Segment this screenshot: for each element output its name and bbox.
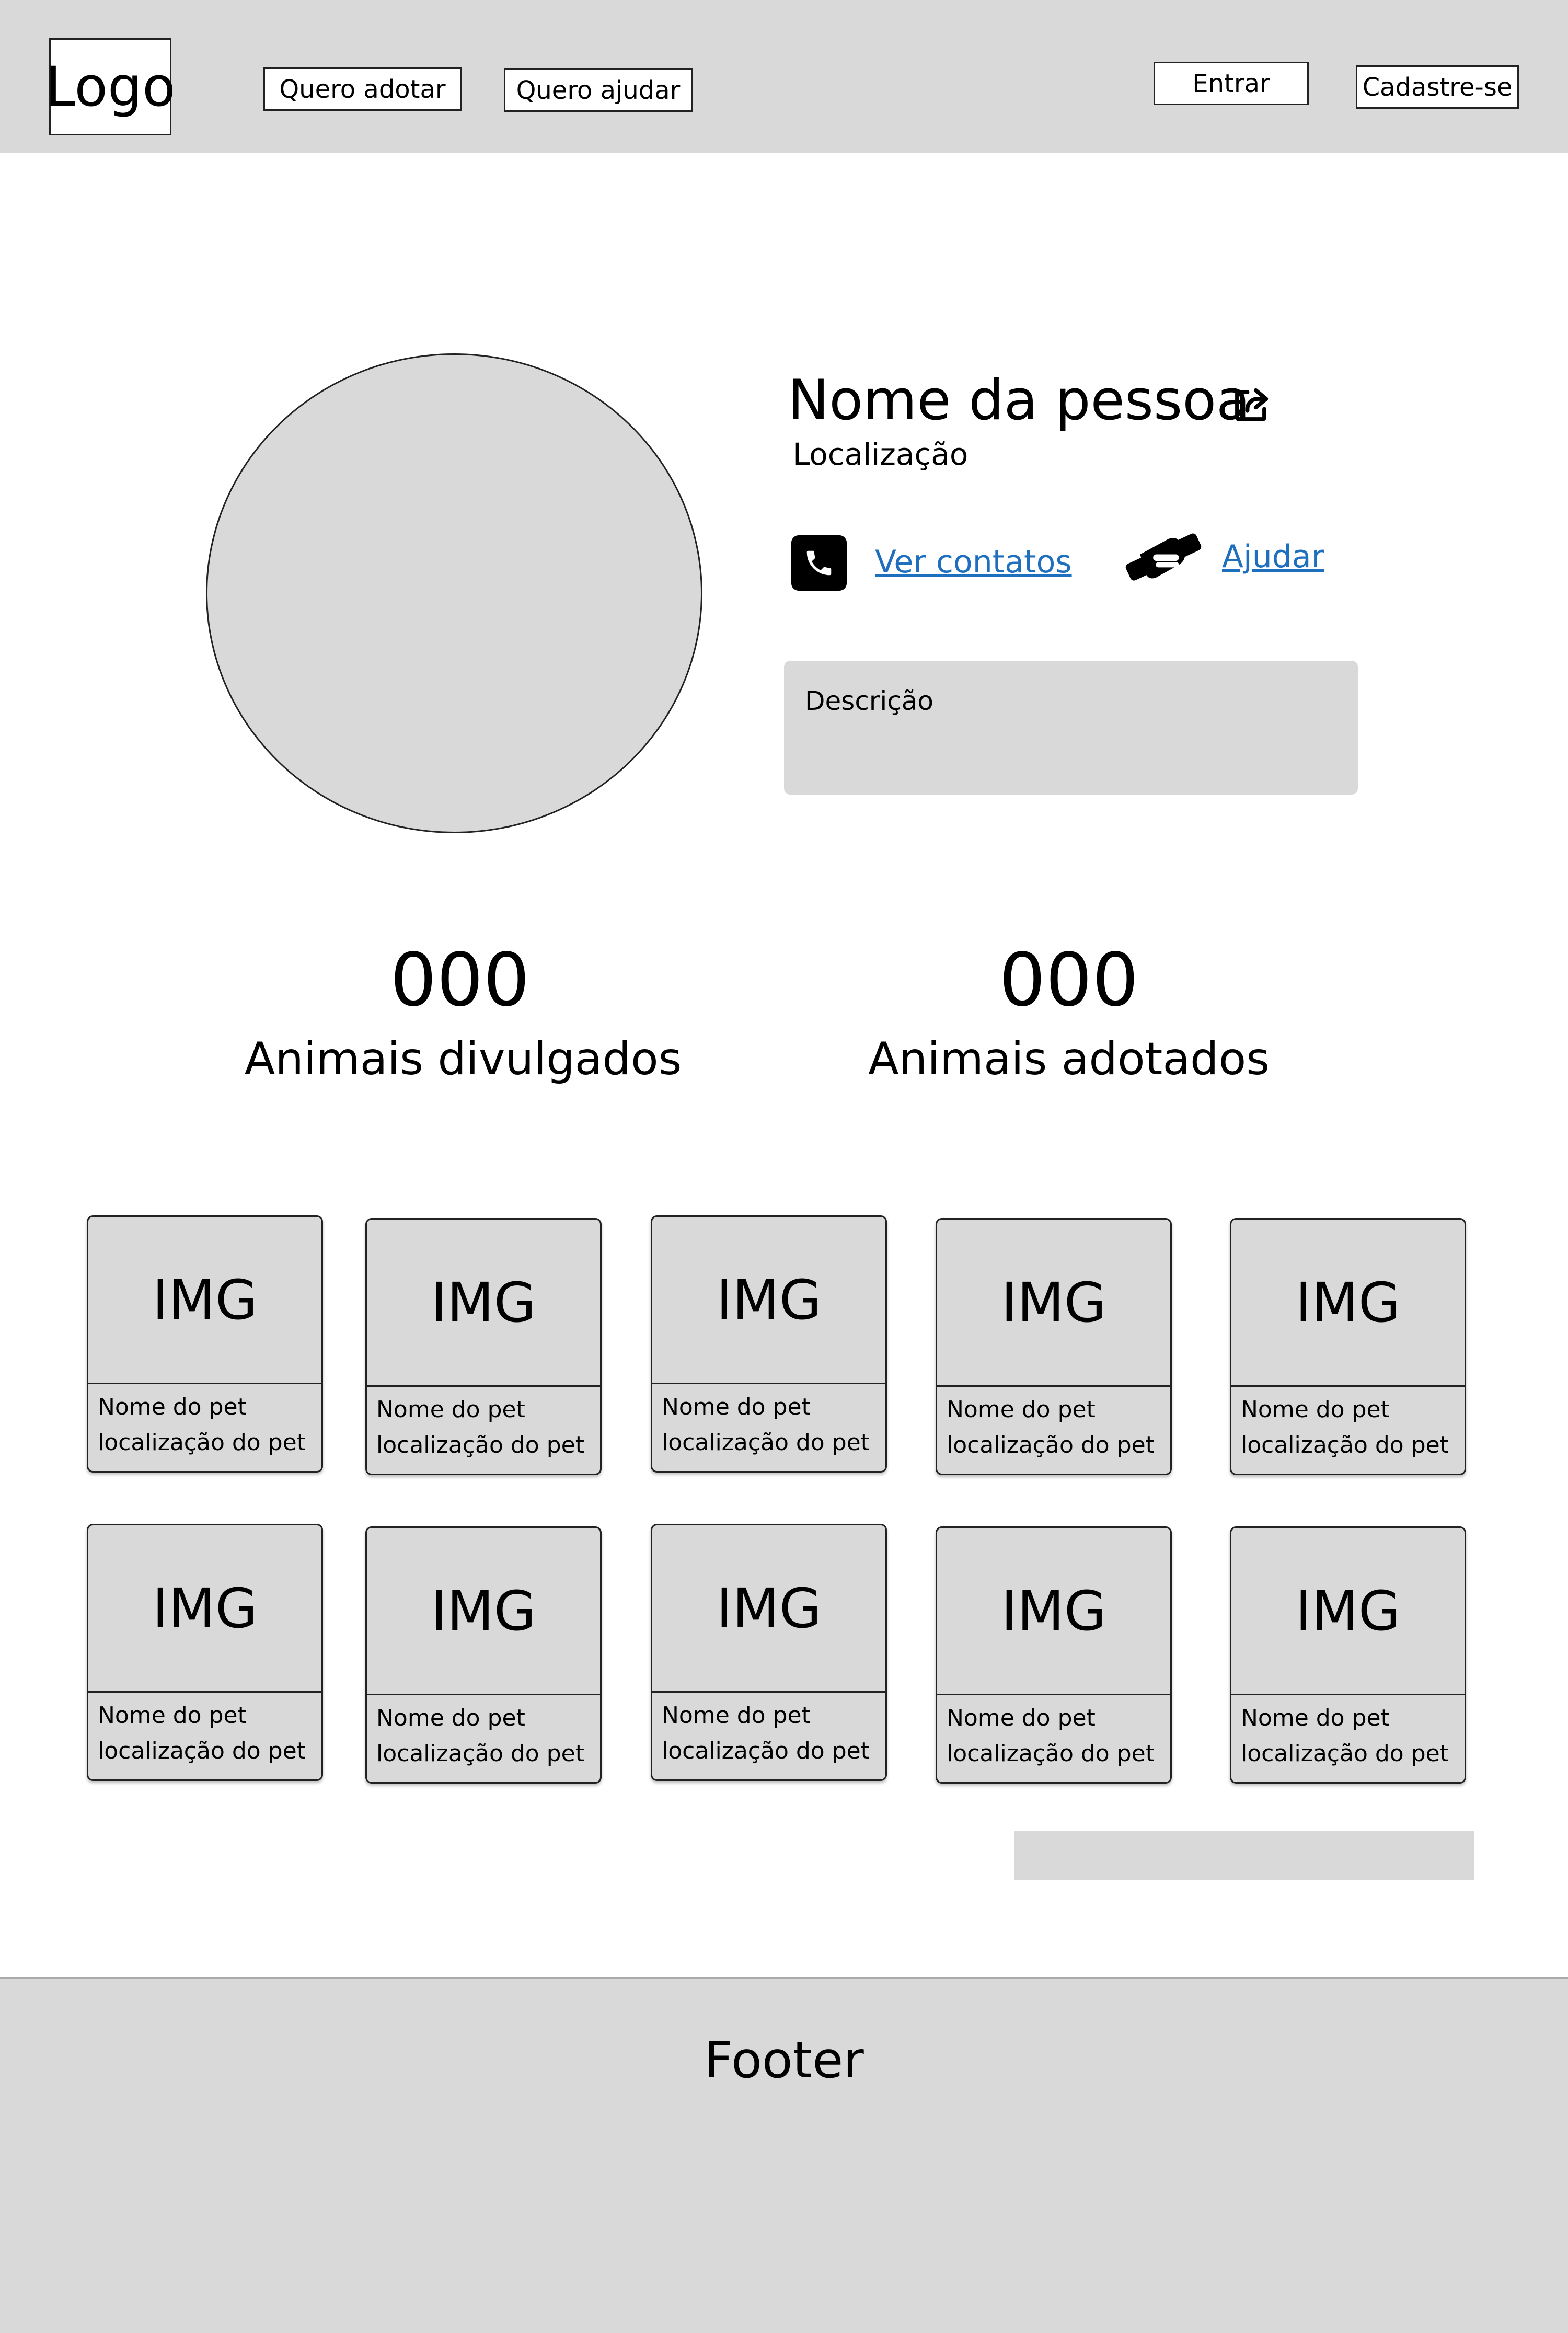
- pet-image: IMG: [367, 1220, 600, 1387]
- nav-quero-adotar-button[interactable]: Quero adotar: [263, 67, 462, 111]
- pet-location: localização do pet: [1241, 1740, 1449, 1767]
- pet-location: localização do pet: [376, 1432, 584, 1458]
- pet-image: IMG: [652, 1525, 885, 1693]
- login-button[interactable]: Entrar: [1154, 62, 1309, 105]
- pet-image: IMG: [937, 1220, 1170, 1387]
- pet-image: IMG: [1231, 1528, 1465, 1695]
- pet-card[interactable]: IMG Nome do pet localização do pet: [365, 1526, 602, 1784]
- pet-location: localização do pet: [947, 1432, 1155, 1458]
- stat-published-label: Animais divulgados: [244, 1033, 682, 1085]
- pet-card[interactable]: IMG Nome do pet localização do pet: [1230, 1526, 1466, 1784]
- pet-card[interactable]: IMG Nome do pet localização do pet: [87, 1215, 323, 1473]
- pet-card[interactable]: IMG Nome do pet localização do pet: [651, 1215, 887, 1473]
- pet-location: localização do pet: [947, 1740, 1155, 1767]
- pet-name: Nome do pet: [98, 1394, 247, 1420]
- pet-name: Nome do pet: [1241, 1705, 1390, 1731]
- pet-location: localização do pet: [98, 1738, 306, 1764]
- description-box: Descrição: [784, 661, 1358, 795]
- pet-name: Nome do pet: [98, 1702, 247, 1729]
- pet-card[interactable]: IMG Nome do pet localização do pet: [936, 1526, 1172, 1784]
- pet-location: localização do pet: [98, 1429, 306, 1456]
- view-contacts-link[interactable]: Ver contatos: [875, 544, 1072, 580]
- pet-name: Nome do pet: [662, 1394, 811, 1420]
- pet-image: IMG: [367, 1528, 600, 1695]
- pet-image: IMG: [652, 1217, 885, 1384]
- person-name: Nome da pessoa: [788, 368, 1251, 432]
- footer: Footer: [0, 1977, 1568, 2333]
- pet-location: localização do pet: [1241, 1432, 1449, 1458]
- stat-published-count: 000: [390, 938, 530, 1023]
- pet-name: Nome do pet: [376, 1705, 525, 1731]
- avatar: [206, 353, 702, 833]
- pagination-bar[interactable]: [1014, 1831, 1474, 1880]
- pet-name: Nome do pet: [662, 1702, 811, 1729]
- share-icon[interactable]: [1230, 385, 1271, 426]
- footer-label: Footer: [704, 2031, 864, 2089]
- pet-card[interactable]: IMG Nome do pet localização do pet: [936, 1218, 1172, 1475]
- pet-card[interactable]: IMG Nome do pet localização do pet: [365, 1218, 602, 1475]
- pet-location: localização do pet: [376, 1740, 584, 1767]
- pet-image: IMG: [88, 1217, 321, 1384]
- stat-adopted-label: Animais adotados: [868, 1033, 1270, 1085]
- stat-adopted-count: 000: [999, 938, 1139, 1023]
- help-link[interactable]: Ajudar: [1222, 538, 1324, 575]
- signup-button[interactable]: Cadastre-se: [1356, 65, 1519, 109]
- nav-quero-ajudar-button[interactable]: Quero ajudar: [504, 68, 693, 112]
- logo[interactable]: Logo: [45, 38, 176, 135]
- pet-name: Nome do pet: [376, 1396, 525, 1423]
- handshake-icon: [1125, 533, 1202, 581]
- pet-name: Nome do pet: [947, 1705, 1096, 1731]
- pet-image: IMG: [1231, 1220, 1465, 1387]
- pet-card[interactable]: IMG Nome do pet localização do pet: [1230, 1218, 1466, 1475]
- pet-image: IMG: [937, 1528, 1170, 1695]
- phone-icon: [791, 535, 847, 591]
- pet-name: Nome do pet: [1241, 1396, 1390, 1423]
- pet-card[interactable]: IMG Nome do pet localização do pet: [87, 1524, 323, 1781]
- pet-card[interactable]: IMG Nome do pet localização do pet: [651, 1524, 887, 1781]
- pet-image: IMG: [88, 1525, 321, 1693]
- pet-location: localização do pet: [662, 1738, 870, 1764]
- pet-name: Nome do pet: [947, 1396, 1096, 1423]
- person-location: Localização: [793, 436, 969, 472]
- pet-location: localização do pet: [662, 1429, 870, 1456]
- header: Logo Quero adotar Quero ajudar Entrar Ca…: [0, 0, 1568, 153]
